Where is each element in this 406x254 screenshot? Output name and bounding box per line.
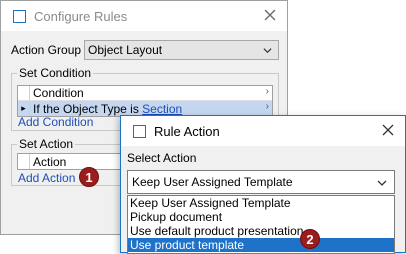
dropdown-option[interactable]: Keep User Assigned Template [128,196,394,210]
dropdown-option[interactable]: Use default product presentation [128,224,394,238]
close-icon[interactable] [263,8,277,22]
action-group-value: Object Layout [88,43,163,57]
dropdown-option-highlighted[interactable]: Use product template [128,238,394,252]
window-title: Configure Rules [34,8,128,24]
action-dropdown-list: Keep User Assigned Template Pickup docum… [127,195,395,254]
step-badge-1: 1 [79,167,99,187]
row-selector-icon: ▸ [18,101,30,116]
window-icon [133,124,146,138]
dropdown-option[interactable]: Pickup document [128,210,394,224]
chevron-down-icon [263,48,272,54]
action-group-row: Action Group Object Layout [11,40,279,60]
action-group-select[interactable]: Object Layout [84,40,279,60]
window-title: Rule Action [154,123,220,139]
set-condition-legend: Set Condition [17,66,94,80]
row-header [18,86,30,100]
configure-rules-titlebar: Configure Rules [1,1,287,31]
rule-action-titlebar: Rule Action [121,116,405,146]
window-icon [13,9,26,23]
close-icon[interactable] [381,123,395,137]
select-action-value: Keep User Assigned Template [132,175,293,189]
action-group-label: Action Group [11,43,82,57]
chevron-right-icon: › [265,101,269,112]
condition-row[interactable]: ▸ If the Object Type is Section › [18,101,272,116]
set-action-legend: Set Action [17,137,76,151]
step-badge-2: 2 [300,229,320,249]
condition-header-row: Condition › [18,86,272,101]
section-link[interactable]: Section [142,102,182,116]
condition-column-header: Condition [33,86,84,100]
condition-grid: Condition › ▸ If the Object Type is Sect… [17,85,273,117]
chevron-right-icon: › [265,86,269,97]
select-action-label: Select Action [127,151,197,165]
select-action-combo[interactable]: Keep User Assigned Template [127,170,395,194]
chevron-down-icon [377,180,387,186]
rule-action-window: Rule Action Select Action Keep User Assi… [120,115,406,254]
add-action-link[interactable]: Add Action [18,171,75,185]
row-header [18,154,30,169]
add-condition-link[interactable]: Add Condition [18,115,93,129]
condition-text: If the Object Type is [33,101,143,116]
